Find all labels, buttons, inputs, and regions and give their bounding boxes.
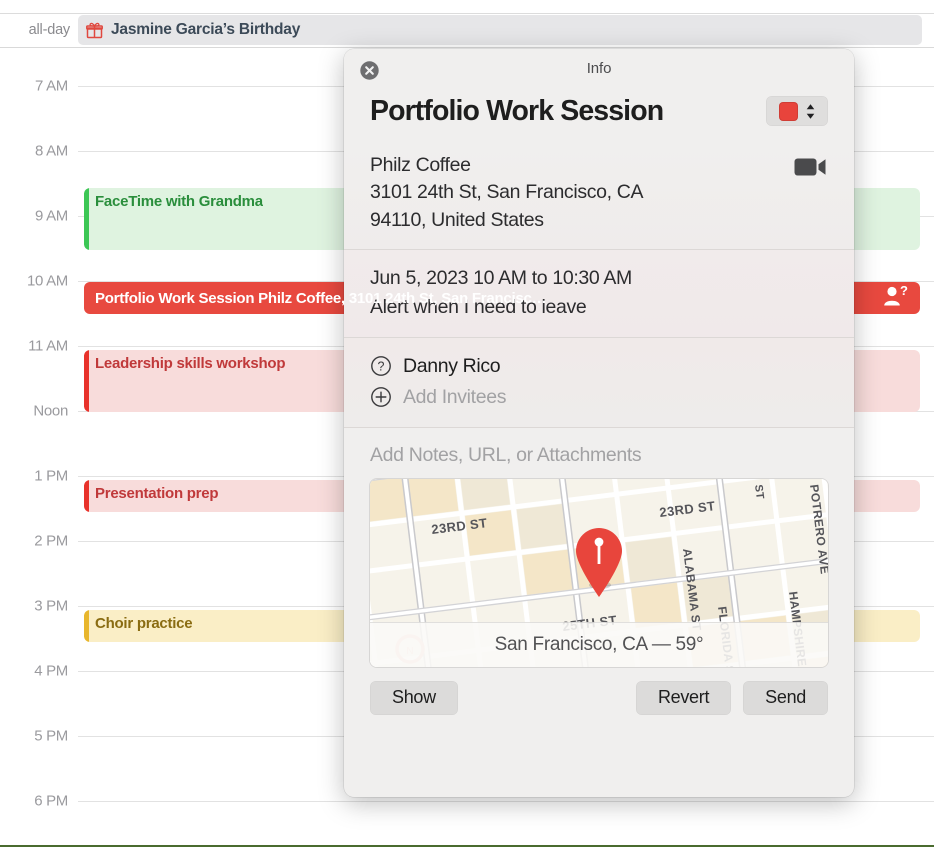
map-section: N23RD ST23RD ST25TH STALABAMA STFLORIDA … — [344, 478, 854, 681]
event-title[interactable]: Portfolio Work Session — [370, 95, 664, 128]
event-title-label: Presentation prep — [95, 485, 219, 502]
plus-circle-icon — [371, 387, 391, 407]
question-circle-icon: ? — [371, 356, 391, 376]
event-datetime[interactable]: Jun 5, 2023 10 AM to 10:30 AM — [370, 264, 828, 293]
popover-button-bar: Show Revert Send — [344, 680, 854, 733]
event-title-label: FaceTime with Grandma — [95, 193, 263, 210]
location-section: Philz Coffee 3101 24th St, San Francisco… — [344, 143, 854, 249]
notes-placeholder: Add Notes, URL, or Attachments — [370, 443, 642, 466]
show-button[interactable]: Show — [370, 680, 458, 715]
color-swatch-icon — [778, 101, 798, 121]
invitee-row[interactable]: ? Danny Rico — [370, 351, 828, 382]
invitees-section: ? Danny Rico Add Invitees — [344, 337, 854, 427]
video-call-button[interactable] — [794, 152, 828, 183]
hour-gridline — [78, 801, 934, 802]
revert-button[interactable]: Revert — [635, 680, 732, 715]
popover-titlebar: Info — [344, 49, 854, 91]
hour-label: 5 PM — [34, 727, 68, 745]
all-day-event-title: Jasmine Garcia’s Birthday — [111, 21, 301, 38]
notes-section[interactable]: Add Notes, URL, or Attachments — [344, 427, 854, 479]
chevron-updown-icon — [806, 104, 814, 119]
calendar-color-popup-button[interactable] — [766, 96, 828, 127]
hour-label: 7 AM — [35, 77, 68, 95]
map-street-label: ST — [752, 483, 766, 499]
event-header-section: Portfolio Work Session — [344, 91, 854, 144]
popover-title: Info — [586, 60, 612, 77]
hour-label: 8 AM — [35, 142, 68, 160]
hour-label: 11 AM — [28, 337, 68, 355]
hour-label: 3 PM — [34, 597, 68, 615]
invitee-name: Danny Rico — [403, 354, 501, 377]
hour-label: 4 PM — [34, 662, 68, 680]
map-footer-label: San Francisco, CA — 59° — [370, 621, 828, 667]
add-invitees-row[interactable]: Add Invitees — [370, 382, 828, 413]
location-address[interactable]: 3101 24th St, San Francisco, CA 94110, U… — [370, 179, 643, 234]
event-title-label: Leadership skills workshop — [95, 355, 286, 372]
hour-label: 2 PM — [34, 532, 68, 550]
all-day-row: all-day Jasmine Garcia’s Birthday — [0, 14, 934, 46]
hour-label: 9 AM — [35, 207, 68, 225]
map-card[interactable]: N23RD ST23RD ST25TH STALABAMA STFLORIDA … — [370, 478, 828, 667]
event-title-label: Portfolio Work Session Philz Coffee, 310… — [95, 289, 547, 307]
all-day-event-chip[interactable]: Jasmine Garcia’s Birthday — [78, 15, 922, 45]
hour-label: 10 AM — [26, 272, 68, 290]
send-button[interactable]: Send — [743, 680, 828, 715]
hour-label: 6 PM — [34, 792, 68, 810]
person-question-icon: ? — [882, 283, 910, 312]
location-venue[interactable]: Philz Coffee — [370, 152, 643, 180]
event-title-label: Choir practice — [95, 615, 193, 632]
video-camera-icon — [794, 158, 826, 176]
hour-label: Noon — [33, 402, 68, 420]
map-pin — [570, 523, 628, 604]
svg-text:?: ? — [378, 360, 385, 374]
event-info-popover: Info Portfolio Work Session Philz Coffee… — [344, 49, 854, 797]
gift-icon — [86, 22, 103, 38]
svg-text:?: ? — [900, 285, 908, 299]
add-invitees-label: Add Invitees — [403, 385, 507, 408]
hour-label: 1 PM — [34, 467, 68, 485]
bottom-rule — [0, 845, 934, 847]
all-day-label: all-day — [28, 22, 71, 38]
